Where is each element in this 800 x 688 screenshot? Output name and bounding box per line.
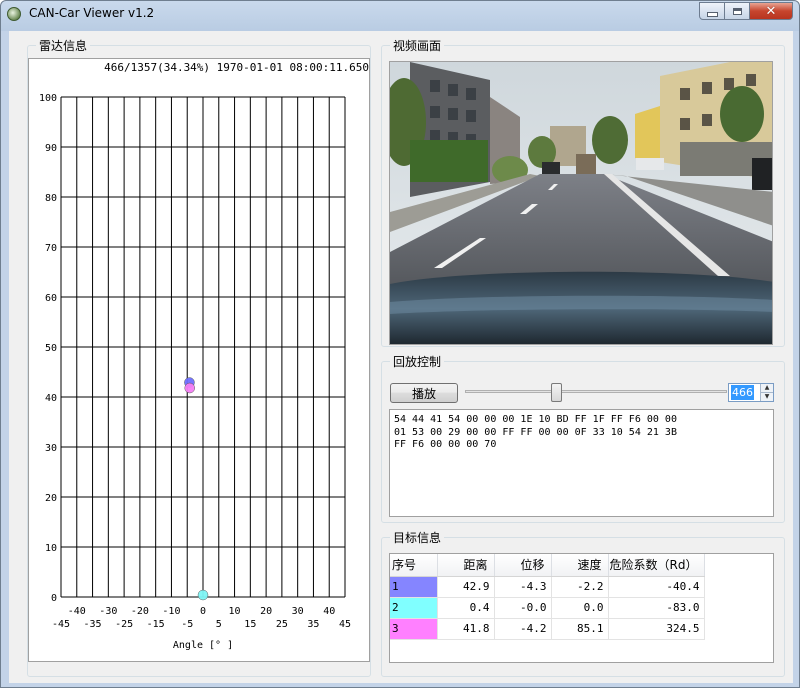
column-header-distance[interactable]: 距离 <box>437 554 495 577</box>
y-tick-label: 20 <box>45 493 57 504</box>
risk-cell[interactable]: -40.4 <box>608 576 705 598</box>
x-tick-label: 5 <box>216 619 222 630</box>
y-tick-label: 60 <box>45 293 57 304</box>
window-title: CAN-Car Viewer v1.2 <box>29 6 155 20</box>
speed-cell[interactable]: 85.1 <box>551 618 609 640</box>
app-window: CAN-Car Viewer v1.2 ✕ 雷达信息 466/1357(34.3… <box>0 0 800 688</box>
y-tick-label: 30 <box>45 443 57 454</box>
spin-down-icon[interactable]: ▼ <box>761 393 773 401</box>
radar-target-point <box>184 382 195 394</box>
radar-group-label: 雷达信息 <box>36 37 91 54</box>
target-group-label: 目标信息 <box>390 529 445 546</box>
displacement-cell[interactable]: -4.2 <box>494 618 552 640</box>
x-tick-label: 40 <box>323 606 335 617</box>
frame-spinbox-value[interactable]: 466 <box>731 385 754 400</box>
y-tick-label: 10 <box>45 543 57 554</box>
table-row[interactable]: 3 41.8 -4.2 85.1 324.5 <box>390 618 705 640</box>
column-header-index[interactable]: 序号 <box>390 554 438 577</box>
x-tick-label: 15 <box>244 619 256 630</box>
x-tick-label: 0 <box>200 606 206 617</box>
distance-cell[interactable]: 41.8 <box>437 618 495 640</box>
x-tick-label: 45 <box>339 619 351 630</box>
column-header-risk[interactable]: 危险系数（Rd） <box>608 554 705 577</box>
y-tick-label: 100 <box>39 93 57 104</box>
play-button[interactable]: 播放 <box>390 383 458 403</box>
distance-cell[interactable]: 0.4 <box>437 597 495 619</box>
x-tick-label: -5 <box>181 619 193 630</box>
can-hex-display[interactable]: 54 44 41 54 00 00 00 1E 10 BD FF 1F FF F… <box>389 409 774 517</box>
x-tick-label: -20 <box>131 606 149 617</box>
x-tick-label: -25 <box>115 619 133 630</box>
video-frame <box>389 61 773 345</box>
speed-cell[interactable]: 0.0 <box>551 597 609 619</box>
x-tick-label: 30 <box>292 606 304 617</box>
column-header-speed[interactable]: 速度 <box>551 554 609 577</box>
playback-slider-handle[interactable] <box>551 383 563 402</box>
minimize-icon <box>706 11 718 17</box>
maximize-button[interactable] <box>725 2 750 20</box>
frame-spinbox[interactable]: 466 ▲ ▼ <box>728 383 774 402</box>
table-row[interactable]: 1 42.9 -4.3 -2.2 -40.4 <box>390 576 705 598</box>
table-row[interactable]: 2 0.4 -0.0 0.0 -83.0 <box>390 597 705 619</box>
x-tick-label: 20 <box>260 606 272 617</box>
y-tick-label: 0 <box>51 593 57 604</box>
radar-plot: 466/1357(34.34%) 1970-01-01 08:00:11.650… <box>28 58 370 662</box>
x-tick-label: 25 <box>276 619 288 630</box>
video-group-label: 视频画面 <box>390 37 445 54</box>
x-tick-label: -15 <box>147 619 165 630</box>
x-tick-label: -35 <box>84 619 102 630</box>
table-header-row: 序号 距离 位移 速度 危险系数（Rd） <box>390 554 705 577</box>
y-tick-label: 40 <box>45 393 57 404</box>
spin-up-icon[interactable]: ▲ <box>761 384 773 393</box>
displacement-cell[interactable]: -4.3 <box>494 576 552 598</box>
x-tick-label: 10 <box>229 606 241 617</box>
risk-cell[interactable]: -83.0 <box>608 597 705 619</box>
x-tick-label: 35 <box>307 619 319 630</box>
row-index-cell[interactable]: 1 <box>390 576 438 598</box>
title-bar[interactable]: CAN-Car Viewer v1.2 ✕ <box>1 1 799 27</box>
y-tick-label: 50 <box>45 343 57 354</box>
y-tick-label: 80 <box>45 193 57 204</box>
x-tick-label: -40 <box>68 606 86 617</box>
row-index-cell[interactable]: 3 <box>390 618 438 640</box>
displacement-cell[interactable]: -0.0 <box>494 597 552 619</box>
x-tick-label: -10 <box>162 606 180 617</box>
playback-slider-track[interactable] <box>465 390 727 393</box>
x-tick-label: -45 <box>52 619 70 630</box>
column-header-displacement[interactable]: 位移 <box>494 554 552 577</box>
y-tick-label: 90 <box>45 143 57 154</box>
maximize-icon <box>732 7 742 15</box>
radar-chart: 0 10 20 30 40 50 60 70 80 90 100 -40 -30 -20 -10 0 10 20 3… <box>39 93 351 651</box>
radar-target-point <box>197 589 209 601</box>
row-index-cell[interactable]: 2 <box>390 597 438 619</box>
street-scene-image <box>390 62 772 344</box>
y-tick-label: 70 <box>45 243 57 254</box>
risk-cell[interactable]: 324.5 <box>608 618 705 640</box>
x-tick-label: -30 <box>99 606 117 617</box>
close-button[interactable]: ✕ <box>750 2 793 20</box>
speed-cell[interactable]: -2.2 <box>551 576 609 598</box>
app-icon <box>7 7 21 21</box>
minimize-button[interactable] <box>699 2 725 20</box>
close-icon: ✕ <box>765 3 777 19</box>
x-axis-label: Angle [° ] <box>173 640 233 651</box>
target-table: 序号 距离 位移 速度 危险系数（Rd） 1 42.9 -4.3 -2.2 -4… <box>389 553 774 663</box>
client-area: 雷达信息 466/1357(34.34%) 1970-01-01 08:00:1… <box>9 31 793 683</box>
distance-cell[interactable]: 42.9 <box>437 576 495 598</box>
playback-group-label: 回放控制 <box>390 353 445 370</box>
